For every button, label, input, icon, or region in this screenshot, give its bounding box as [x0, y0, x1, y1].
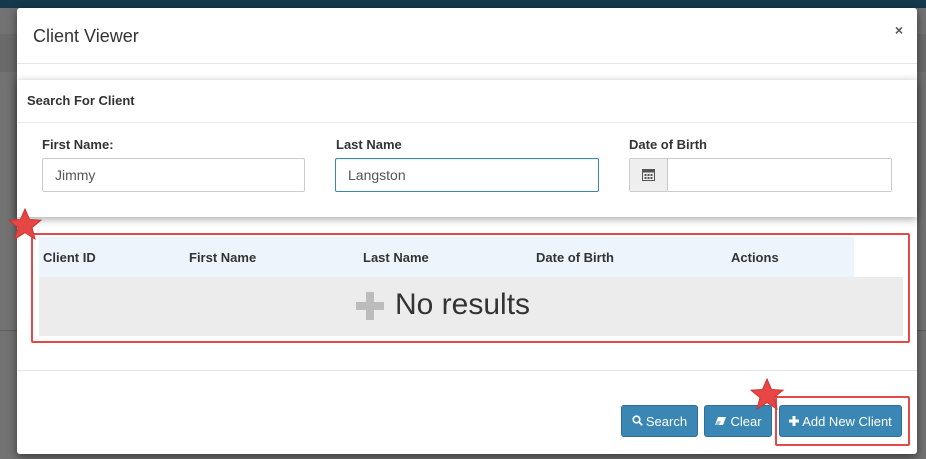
first-name-label: First Name: — [42, 137, 114, 152]
star-icon — [8, 208, 42, 240]
close-icon[interactable]: × — [895, 22, 903, 38]
date-of-birth-group — [629, 158, 892, 192]
eraser-icon — [714, 414, 727, 429]
app-top-bar — [0, 0, 926, 8]
star-icon — [750, 378, 784, 410]
search-panel-heading: Search For Client — [17, 80, 917, 123]
search-panel-title: Search For Client — [27, 93, 135, 108]
search-icon — [632, 414, 643, 429]
search-button-label: Search — [645, 413, 688, 429]
annotation-box-add-client — [775, 396, 910, 446]
modal-title: Client Viewer — [33, 26, 139, 46]
last-name-label: Last Name — [336, 137, 402, 152]
annotation-box-results — [31, 233, 910, 343]
search-panel: Search For Client First Name: Last Name … — [17, 80, 917, 217]
search-button[interactable]: Search — [621, 405, 698, 437]
clear-button-label: Clear — [730, 413, 762, 429]
date-of-birth-label: Date of Birth — [629, 137, 707, 152]
modal-footer-divider — [17, 370, 917, 371]
date-of-birth-input[interactable] — [668, 159, 891, 191]
first-name-input[interactable] — [42, 158, 305, 192]
modal-header: Client Viewer × — [17, 8, 917, 64]
calendar-icon[interactable] — [630, 159, 668, 191]
last-name-input[interactable] — [335, 158, 599, 192]
